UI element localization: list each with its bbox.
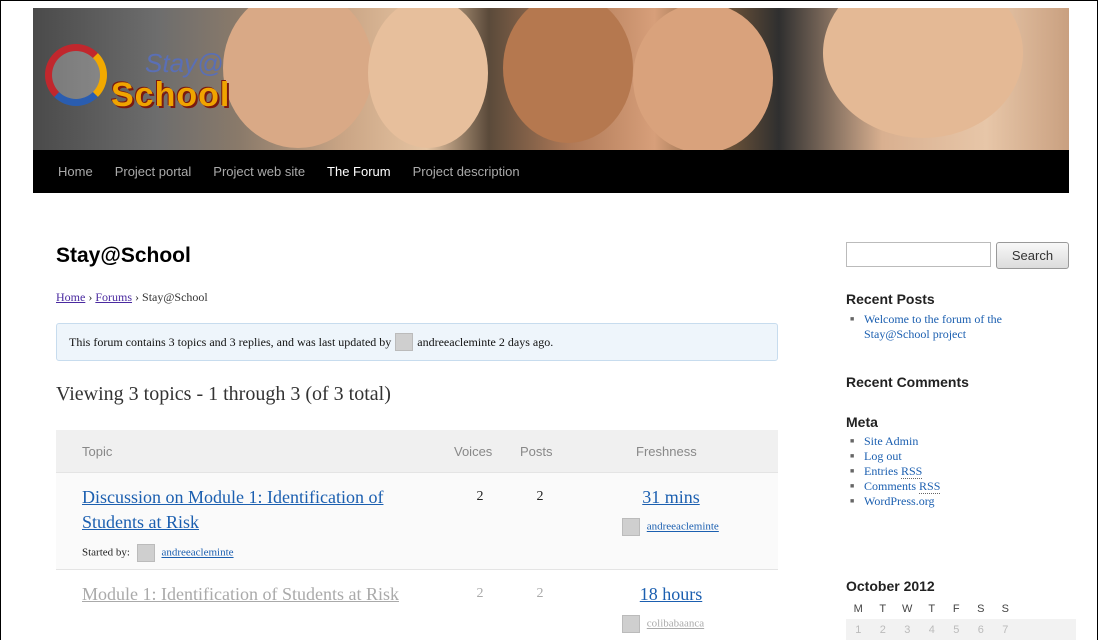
logo-text-top: Stay@ bbox=[145, 48, 224, 78]
table-row: Module 1: Identification of Students at … bbox=[56, 569, 778, 640]
entries-rss-link[interactable]: Entries RSS bbox=[864, 464, 923, 479]
topic-posts: 2 bbox=[536, 489, 544, 504]
page-title: Stay@School bbox=[56, 244, 191, 267]
calendar-day: 4 bbox=[928, 623, 935, 636]
nav-item-project-web-site[interactable]: Project web site bbox=[213, 164, 305, 179]
freshness-user: colibabaanca bbox=[618, 615, 704, 633]
recent-posts-list: Welcome to the forum of the Stay@School … bbox=[850, 312, 1060, 342]
calendar-weekdays: M T W T F S S bbox=[846, 598, 1076, 619]
calendar-day: 2 bbox=[879, 623, 886, 636]
topics-table-header: Topic Voices Posts Freshness bbox=[56, 430, 778, 472]
log-out-link[interactable]: Log out bbox=[864, 449, 902, 463]
breadcrumb-current: Stay@School bbox=[142, 290, 208, 304]
recent-post-link[interactable]: Welcome to the forum of the Stay@School … bbox=[864, 312, 1002, 341]
topic-posts: 2 bbox=[536, 586, 544, 601]
calendar-day: 5 bbox=[953, 623, 960, 636]
topic-freshness-link[interactable]: 31 mins bbox=[616, 487, 726, 508]
calendar-day: 6 bbox=[977, 623, 984, 636]
header-freshness: Freshness bbox=[636, 444, 697, 459]
banner-face-4 bbox=[633, 8, 773, 150]
freshness-user: andreeacleminte bbox=[618, 518, 719, 536]
wordpress-org-link[interactable]: WordPress.org bbox=[864, 494, 934, 508]
banner-face-2 bbox=[368, 8, 488, 148]
avatar-icon bbox=[622, 615, 640, 633]
list-item: Comments RSS bbox=[850, 479, 941, 494]
breadcrumb: Home › Forums › Stay@School bbox=[56, 290, 208, 305]
calendar-weekday: S bbox=[977, 602, 985, 615]
comments-rss-abbr: RSS bbox=[919, 479, 941, 494]
header-posts: Posts bbox=[520, 444, 553, 459]
topics-count-heading: Viewing 3 topics - 1 through 3 (of 3 tot… bbox=[56, 383, 391, 405]
list-item: Welcome to the forum of the Stay@School … bbox=[850, 312, 1060, 342]
topic-title-link[interactable]: Module 1: Identification of Students at … bbox=[82, 582, 422, 607]
header-banner: Stay@ School bbox=[33, 8, 1069, 150]
topic-author-link[interactable]: andreeacleminte bbox=[161, 547, 233, 559]
forum-info-box: This forum contains 3 topics and 3 repli… bbox=[56, 323, 778, 361]
site-logo[interactable]: Stay@ School bbox=[41, 38, 251, 130]
list-item: Log out bbox=[850, 449, 940, 464]
banner-face-3 bbox=[503, 8, 633, 143]
search-input[interactable] bbox=[846, 242, 991, 267]
freshness-user-link[interactable]: colibabaanca bbox=[647, 618, 704, 630]
search-button[interactable]: Search bbox=[996, 242, 1069, 269]
forum-info-text: This forum contains 3 topics and 3 repli… bbox=[69, 334, 392, 349]
logo-emblem-icon bbox=[45, 44, 107, 106]
breadcrumb-forums-link[interactable]: Forums bbox=[95, 290, 132, 304]
calendar-day: 7 bbox=[1002, 623, 1009, 636]
table-row: Discussion on Module 1: Identification o… bbox=[56, 472, 778, 569]
calendar-weekday: T bbox=[928, 602, 936, 615]
comments-rss-label: Comments bbox=[864, 479, 920, 493]
calendar-weekday: W bbox=[902, 602, 913, 615]
main-nav: Home Project portal Project web site The… bbox=[33, 150, 1069, 193]
calendar-weekday: M bbox=[853, 602, 863, 615]
breadcrumb-separator: › bbox=[88, 290, 93, 304]
freshness-user-link[interactable]: andreeacleminte bbox=[647, 521, 719, 533]
breadcrumb-separator: › bbox=[135, 290, 140, 304]
avatar-icon bbox=[622, 518, 640, 536]
recent-comments-heading: Recent Comments bbox=[846, 374, 969, 390]
header-topic: Topic bbox=[82, 444, 113, 459]
topics-table: Topic Voices Posts Freshness Discussion … bbox=[56, 430, 778, 640]
calendar-weekday: F bbox=[952, 602, 960, 615]
nav-item-project-portal[interactable]: Project portal bbox=[115, 164, 192, 179]
calendar: M T W T F S S 1 2 3 4 5 6 7 bbox=[846, 598, 1076, 640]
breadcrumb-home-link[interactable]: Home bbox=[56, 290, 85, 304]
list-item: Entries RSS bbox=[850, 464, 940, 479]
nav-item-home[interactable]: Home bbox=[58, 164, 93, 179]
topic-voices: 2 bbox=[476, 586, 484, 601]
started-by-label: Started by: bbox=[82, 546, 130, 559]
nav-item-the-forum[interactable]: The Forum bbox=[327, 164, 391, 179]
banner-face-5 bbox=[823, 8, 1023, 138]
avatar-icon bbox=[395, 333, 414, 351]
calendar-weekday: T bbox=[879, 602, 887, 615]
calendar-week: 1 2 3 4 5 6 7 bbox=[846, 619, 1076, 640]
logo-text-bottom: School bbox=[111, 76, 231, 114]
entries-rss-label: Entries bbox=[864, 464, 901, 478]
entries-rss-abbr: RSS bbox=[901, 464, 923, 479]
topic-voices: 2 bbox=[476, 489, 484, 504]
comments-rss-link[interactable]: Comments RSS bbox=[864, 479, 941, 494]
forum-info-time: 2 days ago. bbox=[498, 334, 554, 349]
site-admin-link[interactable]: Site Admin bbox=[864, 434, 918, 448]
calendar-heading: October 2012 bbox=[846, 578, 935, 594]
nav-item-project-description[interactable]: Project description bbox=[413, 164, 520, 179]
calendar-day: 3 bbox=[904, 623, 911, 636]
topic-title-link[interactable]: Discussion on Module 1: Identification o… bbox=[82, 485, 422, 535]
forum-info-user[interactable]: andreeacleminte bbox=[417, 335, 496, 350]
topic-started-by: Started by: andreeacleminte bbox=[82, 544, 234, 562]
calendar-day: 1 bbox=[855, 623, 862, 636]
meta-heading: Meta bbox=[846, 414, 878, 430]
header-voices: Voices bbox=[454, 444, 493, 459]
recent-posts-heading: Recent Posts bbox=[846, 291, 935, 307]
calendar-weekday: S bbox=[1001, 602, 1009, 615]
topic-freshness-link[interactable]: 18 hours bbox=[616, 584, 726, 605]
list-item: Site Admin bbox=[850, 434, 940, 449]
list-item: WordPress.org bbox=[850, 494, 940, 509]
meta-list: Site Admin Log out Entries RSS Comments … bbox=[850, 434, 941, 509]
avatar-icon bbox=[136, 544, 155, 562]
